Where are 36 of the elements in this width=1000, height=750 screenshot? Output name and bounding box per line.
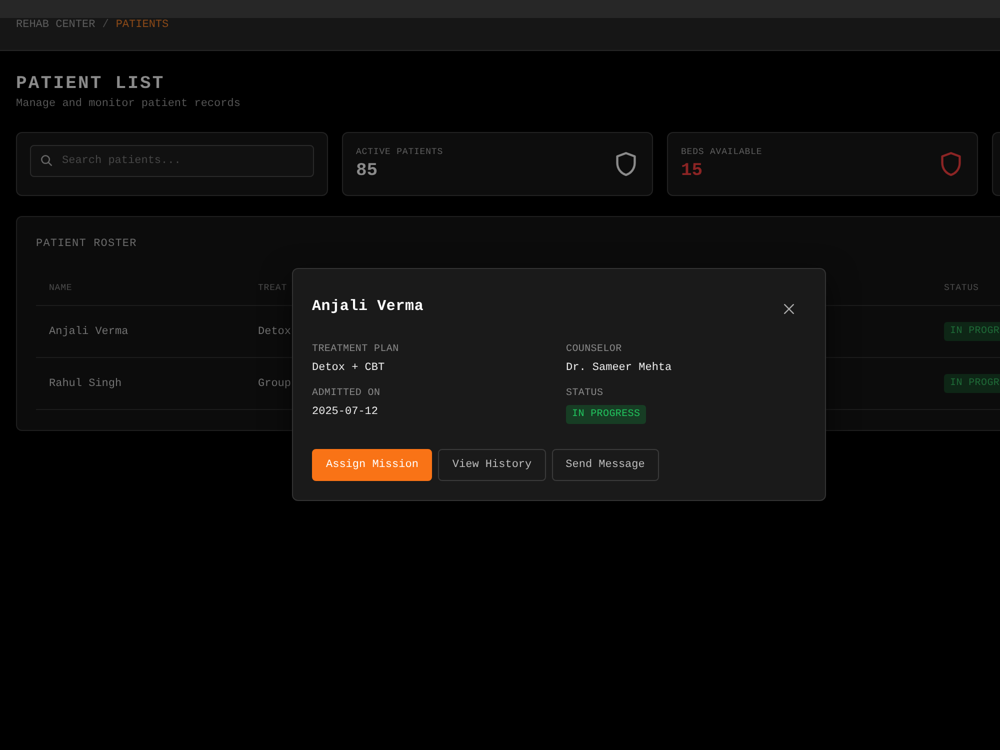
action-button[interactable]: View History — [438, 449, 546, 481]
roster-title: PATIENT ROSTER — [36, 237, 138, 251]
dialog-title: Anjali Verma — [312, 297, 424, 317]
table-cell-text: Group — [257, 378, 292, 390]
breadcrumb-separator: / — [102, 19, 109, 32]
page-title: PATIENT LIST — [16, 73, 166, 95]
status-badge: IN PROGR — [944, 322, 1000, 341]
field-label: ADMITTED ON — [312, 388, 380, 400]
action-button[interactable]: Send Message — [552, 449, 659, 481]
field-label: TREATMENT PLAN — [312, 344, 399, 356]
stat-label: BEDS AVAILABLE — [681, 147, 762, 158]
column-header: TREAT — [257, 283, 288, 293]
shield-icon — [941, 152, 961, 176]
field-value: 2025-07-12 — [312, 405, 378, 419]
table-cell-text: Anjali Verma — [48, 326, 130, 338]
breadcrumb-link[interactable]: REHAB CENTER — [16, 19, 96, 32]
stat-card — [992, 132, 1000, 196]
search-icon — [41, 155, 52, 166]
status-badge: IN PROGRESS — [566, 405, 646, 424]
field-value: Dr. Sameer Mehta — [566, 361, 672, 375]
table-cell-text: Rahul Singh — [48, 378, 123, 390]
column-header: NAME — [48, 283, 74, 293]
field-value: Detox + CBT — [312, 361, 385, 375]
page-subtitle: Manage and monitor patient records — [16, 97, 242, 111]
stat-value: 85 — [356, 161, 379, 181]
shield-icon — [616, 152, 636, 176]
status-badge: IN PROGR — [944, 374, 1000, 393]
column-header: STATUS — [943, 283, 980, 293]
breadcrumb-link[interactable]: PATIENTS — [116, 19, 169, 32]
table-cell-text: Detox — [257, 326, 292, 338]
stat-value: 15 — [681, 161, 704, 181]
action-button[interactable]: Assign Mission — [312, 449, 432, 481]
field-label: STATUS — [566, 388, 604, 400]
close-icon[interactable] — [784, 304, 794, 314]
stat-label: ACTIVE PATIENTS — [356, 147, 444, 158]
field-label: COUNSELOR — [566, 344, 622, 356]
